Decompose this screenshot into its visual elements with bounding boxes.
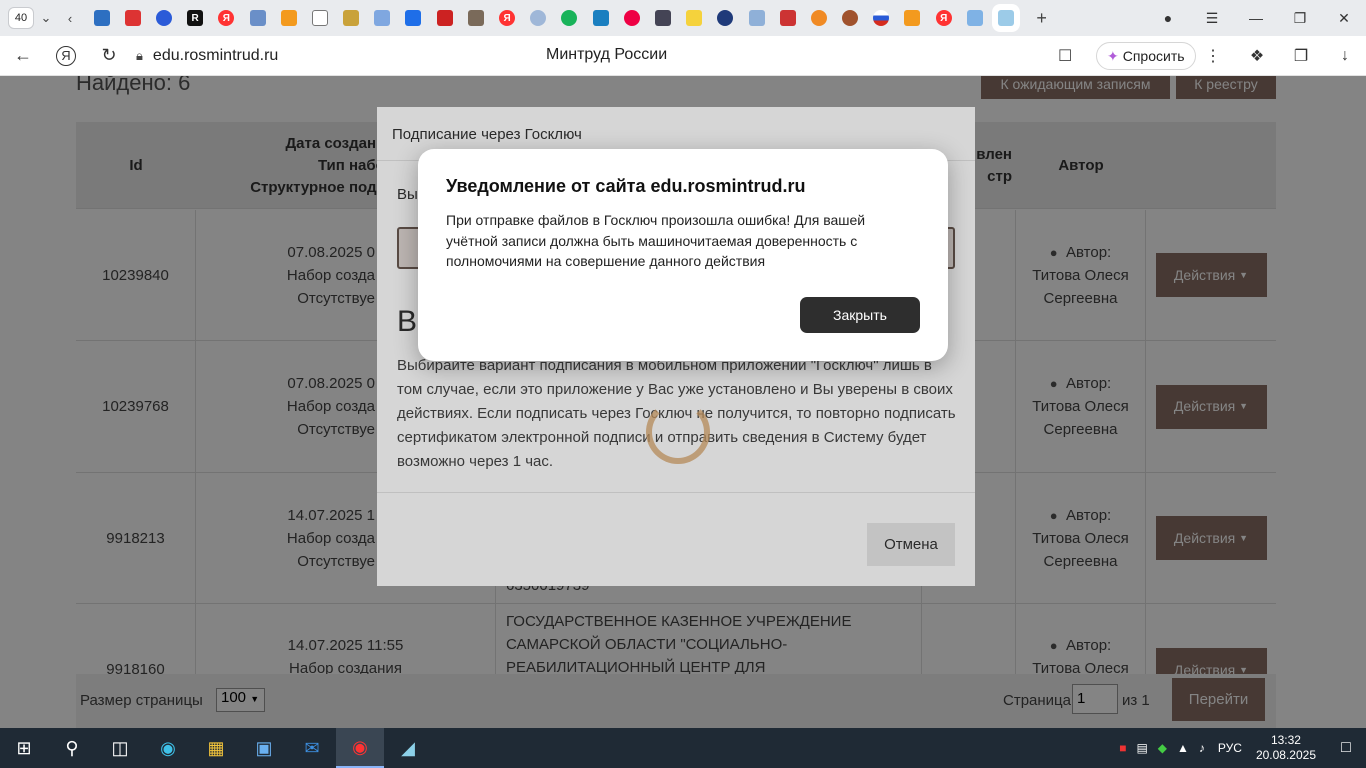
clock-time: 13:32 (1270, 733, 1301, 747)
profile-icon[interactable]: ● (1146, 10, 1190, 26)
input-language[interactable]: РУС (1218, 741, 1242, 755)
system-tray: ■ ▤ ◆ ▲ ♪ РУС 13:32 20.08.2025 □ (1114, 728, 1366, 768)
tab-favicon[interactable] (436, 10, 453, 26)
tab-favicon[interactable] (904, 10, 921, 26)
tab-favicon[interactable]: Я (218, 10, 235, 26)
tab-favicon[interactable] (249, 10, 266, 26)
tab-favicon[interactable] (779, 10, 796, 26)
tab-favicon[interactable]: Я (935, 10, 952, 26)
minimize-icon[interactable]: — (1234, 10, 1278, 26)
alert-message: При отправке файлов в Госключ произошла … (446, 212, 866, 269)
tab-favicon[interactable] (93, 10, 110, 26)
tab-favicon[interactable] (561, 10, 578, 26)
address-bar-row: ← Я ↻ 🔒︎ edu.rosmintrud.ru Минтруд Росси… (0, 36, 1366, 76)
store-icon[interactable]: ▣ (240, 728, 288, 768)
ask-ai-button[interactable]: ✦ Спросить (1096, 42, 1196, 70)
edge-browser-icon[interactable]: ◉ (144, 728, 192, 768)
app-icon[interactable]: ◢ (384, 728, 432, 768)
tab-favicon[interactable] (374, 10, 391, 26)
back-arrow-icon[interactable]: ← (12, 45, 34, 67)
yandex-logo-icon[interactable]: Я (56, 45, 76, 66)
site-alert-dialog: Уведомление от сайта edu.rosmintrud.ru П… (418, 149, 948, 361)
task-view-icon[interactable]: ◫ (96, 728, 144, 768)
close-window-icon[interactable]: ✕ (1322, 10, 1366, 27)
site-info-lock-icon[interactable]: 🔒︎ (136, 48, 143, 64)
antivirus-tray-icon[interactable]: ■ (1119, 741, 1126, 755)
tab-favicon[interactable] (405, 10, 422, 26)
tab-favicon[interactable] (530, 10, 547, 26)
tab-favicon[interactable] (343, 10, 360, 26)
tab-favicon[interactable] (124, 10, 141, 26)
tab-favicon[interactable] (155, 10, 172, 26)
tab-favicon[interactable] (842, 10, 859, 26)
tab-favicon[interactable] (717, 10, 734, 26)
active-tab-favicon[interactable] (998, 10, 1015, 26)
search-icon[interactable]: ⚲ (48, 728, 96, 768)
windows-start-icon[interactable]: ⊞ (0, 728, 48, 768)
tab-count-badge[interactable]: 40 (8, 7, 34, 29)
tab-favicon[interactable] (280, 10, 297, 26)
tab-favicon[interactable] (311, 10, 328, 26)
windows-taskbar: ⊞ ⚲ ◫ ◉ ▦ ▣ ✉ ◉ ◢ ■ ▤ ◆ ▲ ♪ РУС 13:32 20… (0, 728, 1366, 768)
security-tray-icon[interactable]: ◆ (1158, 741, 1167, 755)
reload-icon[interactable]: ↻ (98, 45, 120, 67)
download-icon[interactable]: ↓ (1332, 44, 1358, 68)
tabs-scroll-left-icon[interactable]: ‹ (58, 6, 82, 30)
notifications-icon[interactable]: □ (1326, 739, 1366, 757)
tab-favicon[interactable]: Я (499, 10, 516, 26)
tab-favicon[interactable] (623, 10, 640, 26)
address-page-title: Минтруд России (546, 46, 668, 63)
collections-icon[interactable]: ❐ (1288, 44, 1314, 68)
browser-tab-strip: 40 ⌄ ‹ R Я Я Я + ● ☰ — ❐ ✕ (0, 0, 1366, 36)
toolbar-actions: ⋮ ❖ ❐ ↓ (1182, 44, 1358, 68)
wifi-tray-icon[interactable]: ▲ (1177, 741, 1189, 755)
tabs-menu-chevron-icon[interactable]: ⌄ (34, 6, 58, 30)
network-tray-icon[interactable]: ▤ (1136, 741, 1147, 755)
restore-icon[interactable]: ❐ (1278, 10, 1322, 27)
tab-favicon[interactable] (810, 10, 827, 26)
window-controls: ● ☰ — ❐ ✕ (1146, 0, 1366, 36)
more-vertical-icon[interactable]: ⋮ (1200, 44, 1226, 68)
ask-ai-label: Спросить (1122, 48, 1185, 64)
volume-muted-icon[interactable]: ♪ (1199, 741, 1205, 755)
tab-favicon[interactable] (966, 10, 983, 26)
extensions-puzzle-icon[interactable]: ❖ (1244, 44, 1270, 68)
tab-favicon[interactable]: R (187, 10, 204, 26)
tab-favicon[interactable] (686, 10, 703, 26)
tab-favicon[interactable] (748, 10, 765, 26)
clock[interactable]: 13:32 20.08.2025 (1256, 733, 1316, 763)
pinned-tabs: R Я Я Я (86, 10, 1022, 26)
alert-title: Уведомление от сайта edu.rosmintrud.ru (446, 176, 806, 196)
close-button[interactable]: Закрыть (800, 297, 920, 333)
outlook-icon[interactable]: ✉ (288, 728, 336, 768)
tab-favicon[interactable] (873, 10, 890, 26)
clock-date: 20.08.2025 (1255, 748, 1316, 762)
tab-favicon[interactable] (654, 10, 671, 26)
tab-favicon[interactable] (592, 10, 609, 26)
bookmark-icon[interactable]: ☐ (1058, 46, 1072, 66)
menu-icon[interactable]: ☰ (1190, 10, 1234, 27)
address-url[interactable]: edu.rosmintrud.ru (153, 47, 278, 65)
tab-favicon[interactable] (467, 10, 484, 26)
new-tab-plus-icon[interactable]: + (1030, 6, 1054, 30)
file-explorer-icon[interactable]: ▦ (192, 728, 240, 768)
sparkle-icon: ✦ (1107, 47, 1119, 64)
yandex-browser-icon[interactable]: ◉ (336, 728, 384, 768)
